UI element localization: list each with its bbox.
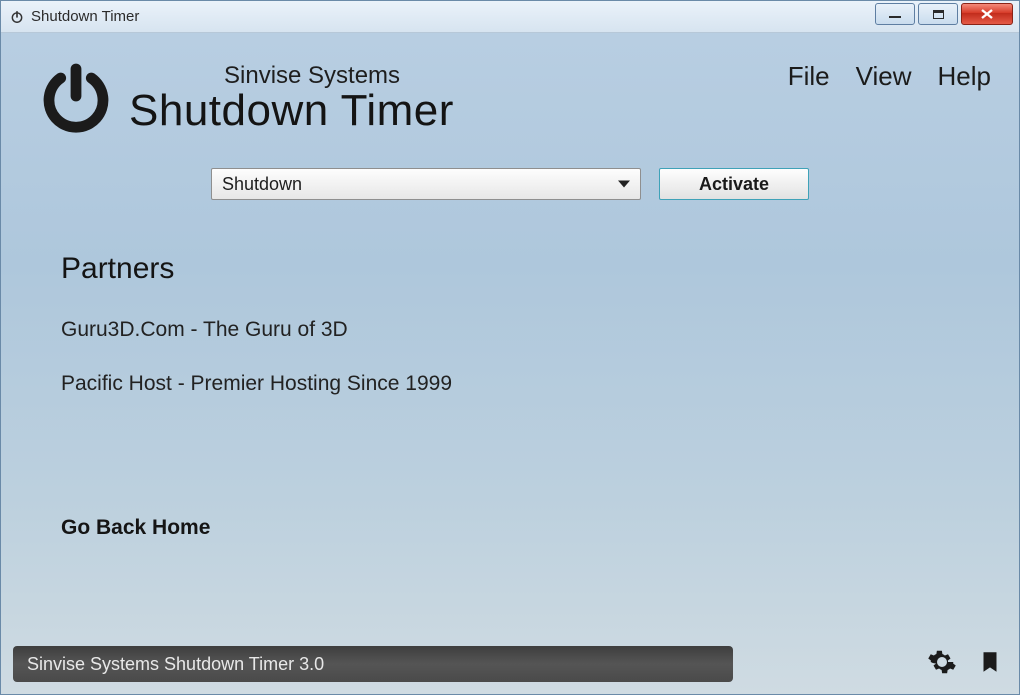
status-bar: Sinvise Systems Shutdown Timer 3.0 bbox=[13, 644, 1007, 684]
bookmark-icon bbox=[977, 647, 1003, 682]
go-back-home-link[interactable]: Go Back Home bbox=[61, 516, 959, 540]
gear-icon bbox=[927, 647, 957, 682]
minimize-button[interactable] bbox=[875, 3, 915, 25]
activate-label: Activate bbox=[699, 174, 769, 195]
power-icon bbox=[31, 51, 121, 146]
window-titlebar: Shutdown Timer bbox=[1, 1, 1019, 33]
action-row: Shutdown Activate bbox=[1, 168, 1019, 200]
dropdown-value: Shutdown bbox=[222, 174, 302, 195]
section-title: Partners bbox=[61, 252, 959, 286]
activate-button[interactable]: Activate bbox=[659, 168, 809, 200]
partner-link[interactable]: Pacific Host - Premier Hosting Since 199… bbox=[61, 372, 959, 396]
app-title: Shutdown Timer bbox=[129, 86, 454, 136]
window-controls bbox=[875, 3, 1013, 25]
power-icon bbox=[9, 9, 25, 25]
bookmark-button[interactable] bbox=[973, 647, 1007, 681]
menu-help[interactable]: Help bbox=[938, 61, 991, 92]
logo-block: Sinvise Systems Shutdown Timer bbox=[31, 51, 454, 146]
menu-file[interactable]: File bbox=[788, 61, 830, 92]
header: Sinvise Systems Shutdown Timer File View… bbox=[1, 33, 1019, 146]
chevron-down-icon bbox=[618, 181, 630, 188]
title-block: Sinvise Systems Shutdown Timer bbox=[129, 62, 454, 136]
main-menu: File View Help bbox=[788, 51, 997, 92]
content-area: Partners Guru3D.Com - The Guru of 3D Pac… bbox=[1, 200, 1019, 540]
close-button[interactable] bbox=[961, 3, 1013, 25]
settings-button[interactable] bbox=[925, 647, 959, 681]
status-text: Sinvise Systems Shutdown Timer 3.0 bbox=[13, 646, 733, 682]
window-title: Shutdown Timer bbox=[31, 8, 139, 25]
action-dropdown[interactable]: Shutdown bbox=[211, 168, 641, 200]
client-area: Sinvise Systems Shutdown Timer File View… bbox=[1, 33, 1019, 694]
menu-view[interactable]: View bbox=[856, 61, 912, 92]
partner-link[interactable]: Guru3D.Com - The Guru of 3D bbox=[61, 318, 959, 342]
maximize-button[interactable] bbox=[918, 3, 958, 25]
